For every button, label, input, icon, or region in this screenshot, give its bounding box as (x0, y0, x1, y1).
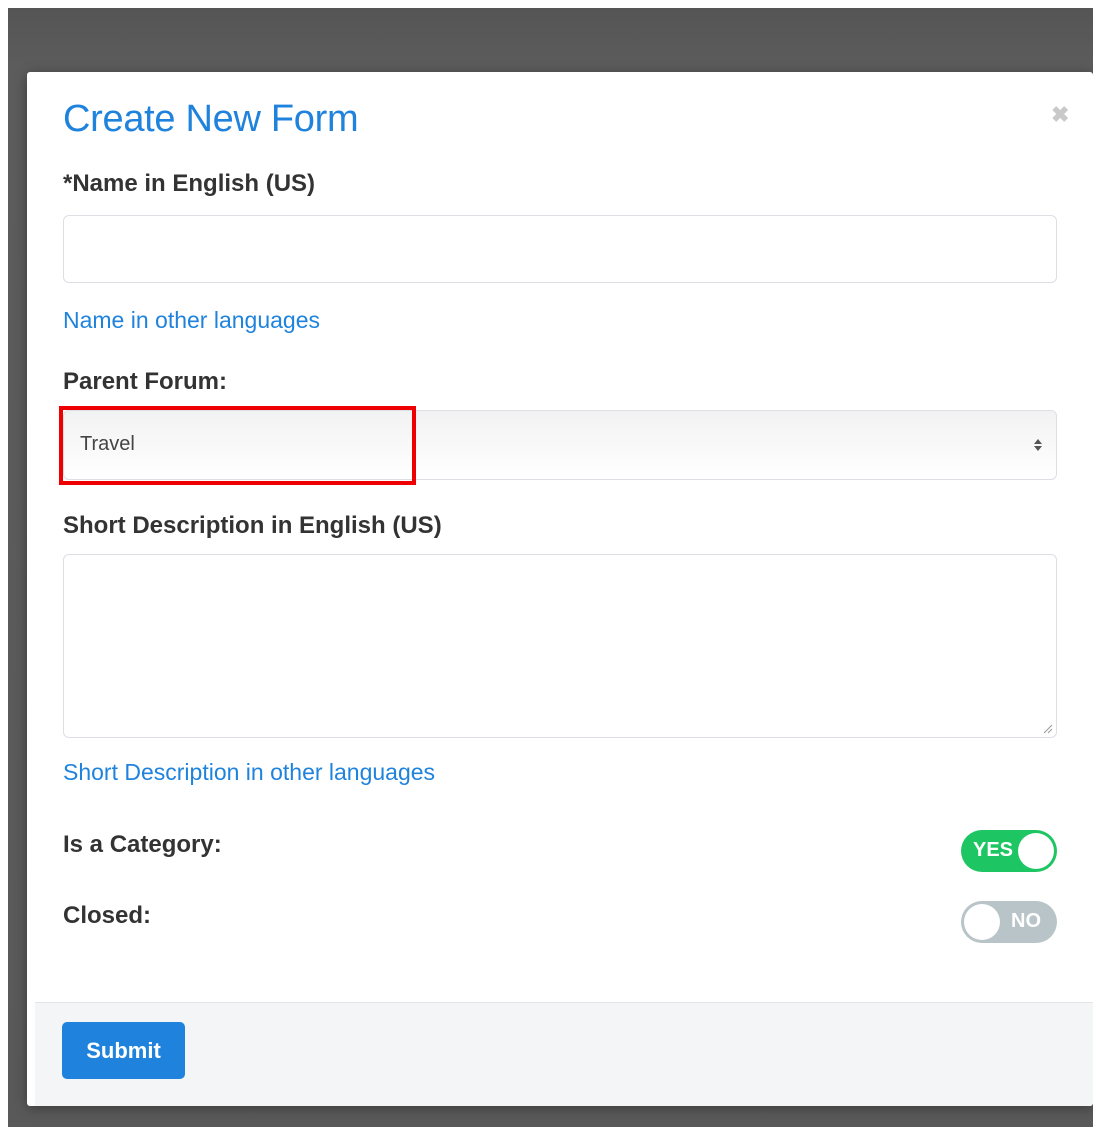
resize-grip-icon[interactable] (1041, 722, 1053, 734)
parent-forum-label: Parent Forum: (63, 368, 228, 395)
is-category-label: Is a Category: (63, 831, 222, 858)
short-description-textarea[interactable] (63, 554, 1057, 738)
name-input[interactable] (63, 215, 1057, 283)
modal-title: Create New Form (63, 98, 359, 140)
closed-label: Closed: (63, 902, 152, 929)
name-other-languages-link[interactable]: Name in other languages (63, 307, 320, 334)
is-category-toggle[interactable]: YES (961, 830, 1057, 872)
toggle-knob (1018, 833, 1054, 869)
toggle-no-label: NO (1011, 910, 1041, 932)
closed-toggle[interactable]: NO (961, 901, 1057, 943)
short-description-label: Short Description in English (US) (63, 512, 442, 539)
toggle-yes-label: YES (973, 839, 1014, 861)
select-arrows-icon (1034, 439, 1042, 451)
close-icon[interactable]: ✖ (1051, 102, 1069, 128)
parent-forum-selected-value: Travel (80, 433, 135, 455)
modal-footer: Submit (35, 1002, 1093, 1106)
short-description-other-languages-link[interactable]: Short Description in other languages (63, 759, 435, 786)
submit-button[interactable]: Submit (62, 1022, 185, 1079)
parent-forum-select[interactable]: Travel (63, 410, 1057, 480)
name-label: *Name in English (US) (63, 170, 316, 197)
toggle-knob (964, 904, 1000, 940)
create-form-modal: Create New Form ✖ *Name in English (US) … (27, 72, 1093, 1106)
